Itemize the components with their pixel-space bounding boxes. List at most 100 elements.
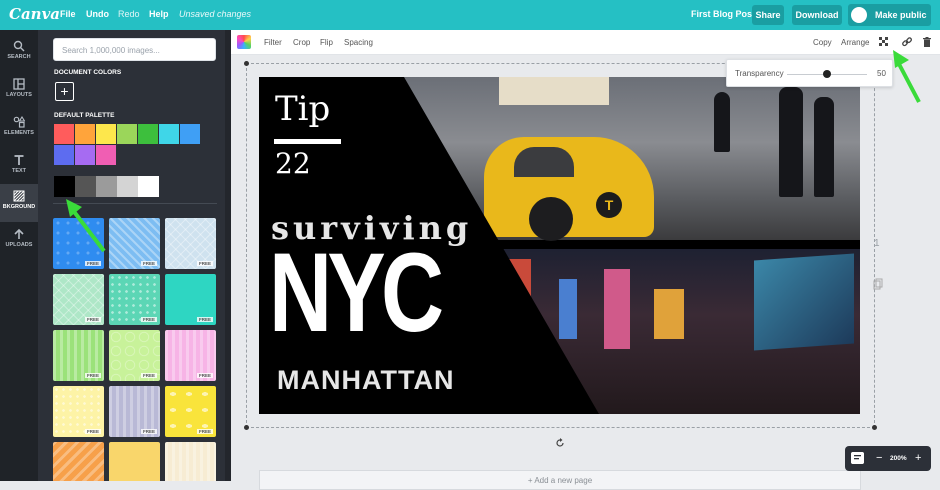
gray-swatch[interactable] (54, 176, 75, 197)
palette-swatch[interactable] (75, 124, 95, 144)
palette-swatch[interactable] (54, 124, 74, 144)
filter-button[interactable]: Filter (264, 38, 282, 47)
background-tile[interactable]: FREE (165, 330, 216, 381)
palette-swatch[interactable] (96, 124, 116, 144)
background-tile[interactable]: FREE (109, 386, 160, 437)
annotation-arrow (66, 199, 106, 253)
arrange-button[interactable]: Arrange (841, 38, 869, 47)
redo-button[interactable]: Redo (118, 9, 140, 19)
free-badge: FREE (140, 373, 157, 378)
zoom-control: − 200% + (845, 446, 931, 471)
background-tile[interactable]: FREE (109, 330, 160, 381)
upload-icon (14, 228, 24, 239)
palette-swatch[interactable] (138, 124, 158, 144)
background-tile[interactable]: FREE (53, 274, 104, 325)
background-tile[interactable]: FREE (53, 330, 104, 381)
free-badge: FREE (84, 317, 101, 322)
crop-button[interactable]: Crop (293, 38, 310, 47)
free-badge: FREE (140, 317, 157, 322)
search-icon (13, 40, 25, 52)
tip-number[interactable]: 22 (275, 147, 311, 180)
gray-swatch[interactable] (138, 176, 159, 197)
palette-swatch[interactable] (180, 124, 200, 144)
document-title[interactable]: First Blog Post (691, 9, 755, 19)
gray-swatch[interactable] (75, 176, 96, 197)
background-tile[interactable]: FREE (165, 218, 216, 269)
free-badge: FREE (84, 429, 101, 434)
share-button[interactable]: Share (752, 5, 784, 25)
sidebar-item-label: BKGROUND (2, 204, 36, 210)
make-public-label: Make public (875, 10, 927, 20)
left-nav: SEARCH LAYOUTS ELEMENTS TEXT BKGROUND UP… (0, 30, 38, 481)
design-canvas[interactable]: T Tip 22 surviving NYC MANHATTAN (259, 77, 860, 414)
copy-button[interactable]: Copy (813, 38, 832, 47)
rotate-icon[interactable] (555, 438, 565, 448)
context-toolbar: Filter Crop Flip Spacing Copy Arrange (231, 30, 940, 55)
background-tile[interactable]: FREE (109, 218, 160, 269)
gray-swatch[interactable] (117, 176, 138, 197)
palette-swatch[interactable] (96, 145, 116, 165)
background-tile[interactable]: FREE (53, 442, 104, 481)
free-badge: FREE (196, 429, 213, 434)
download-button[interactable]: Download (792, 5, 842, 25)
background-tile[interactable]: FREE (165, 274, 216, 325)
annotation-arrow (893, 50, 921, 103)
make-public-toggle[interactable]: Make public (848, 4, 931, 26)
gray-swatch[interactable] (96, 176, 117, 197)
free-badge: FREE (140, 429, 157, 434)
background-tile[interactable]: FREE (109, 442, 160, 481)
palette-swatch[interactable] (75, 145, 95, 165)
slider-thumb[interactable] (823, 70, 831, 78)
sidebar-item-layouts[interactable]: LAYOUTS (0, 72, 38, 110)
sidebar-item-label: SEARCH (7, 54, 31, 60)
flip-button[interactable]: Flip (320, 38, 333, 47)
layouts-icon (13, 78, 25, 90)
chat-icon[interactable] (851, 452, 864, 464)
zoom-in-button[interactable]: + (915, 451, 921, 465)
background-tile[interactable]: FREE (165, 442, 216, 481)
free-badge: FREE (140, 261, 157, 266)
background-tile[interactable]: FREE (53, 386, 104, 437)
tip-heading[interactable]: Tip (275, 89, 330, 129)
default-palette-label: DEFAULT PALETTE (54, 112, 115, 119)
add-color-button[interactable]: + (55, 82, 74, 101)
undo-button[interactable]: Undo (86, 9, 109, 19)
help-menu[interactable]: Help (149, 9, 169, 19)
free-badge: FREE (84, 373, 101, 378)
color-picker-icon[interactable] (237, 35, 251, 49)
background-tile[interactable]: FREE (165, 386, 216, 437)
sidebar-item-elements[interactable]: ELEMENTS (0, 110, 38, 148)
sidebar-item-uploads[interactable]: UPLOADS (0, 222, 38, 260)
sidebar-item-background[interactable]: BKGROUND (0, 184, 38, 222)
resize-handle[interactable] (872, 425, 877, 430)
manhattan-text[interactable]: MANHATTAN (277, 365, 454, 396)
transparency-popup: Transparency 50 (726, 59, 893, 87)
nyc-text[interactable]: NYC (269, 237, 444, 349)
sidebar-item-search[interactable]: SEARCH (0, 34, 38, 72)
background-panel: Search 1,000,000 images... DOCUMENT COLO… (38, 30, 231, 481)
file-menu[interactable]: File (60, 9, 76, 19)
zoom-out-button[interactable]: − (876, 451, 882, 465)
free-badge: FREE (196, 373, 213, 378)
spacing-button[interactable]: Spacing (344, 38, 373, 47)
free-badge: FREE (84, 261, 101, 266)
add-page-button[interactable]: + Add a new page (259, 470, 861, 490)
resize-handle[interactable] (244, 425, 249, 430)
panel-scrollbar[interactable] (225, 30, 231, 481)
palette-swatch[interactable] (117, 124, 137, 144)
background-icon (13, 190, 25, 202)
free-badge: FREE (196, 317, 213, 322)
top-bar: Canva File Undo Redo Help Unsaved change… (0, 0, 940, 30)
palette-swatch[interactable] (159, 124, 179, 144)
palette-swatch[interactable] (54, 145, 74, 165)
zoom-level: 200% (890, 455, 907, 462)
background-tile[interactable]: FREE (109, 274, 160, 325)
image-search-input[interactable]: Search 1,000,000 images... (53, 38, 216, 61)
document-colors-label: DOCUMENT COLORS (54, 69, 122, 76)
divider-line[interactable] (274, 139, 341, 144)
resize-handle[interactable] (244, 61, 249, 66)
transparency-label: Transparency (735, 69, 784, 78)
sidebar-item-text[interactable]: TEXT (0, 148, 38, 186)
canva-logo[interactable]: Canva (9, 5, 60, 23)
copy-page-icon[interactable] (873, 278, 883, 290)
